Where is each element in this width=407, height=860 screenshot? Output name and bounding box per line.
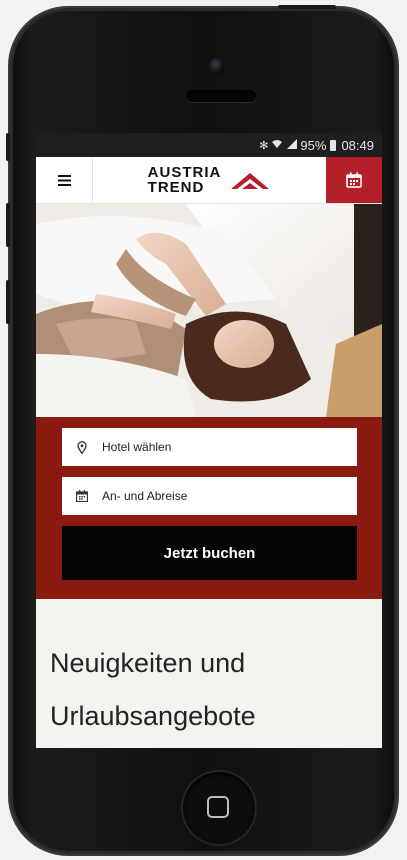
home-button[interactable] [183,772,255,844]
news-section: Neuigkeiten und Urlaubsangebote [36,599,382,743]
battery-icon [330,139,337,151]
logo-line-1: AUSTRIA [147,164,222,181]
calendar-button[interactable] [326,157,382,203]
date-range-label: An- und Abreise [102,489,188,503]
site-header: AUSTRIA TREND [36,157,382,204]
phone-screen: ✻ 95% 08:49 AUSTRIA TREND Hotel wählen A… [36,133,382,748]
location-pin-icon [62,440,102,454]
battery-percent: 95% [300,137,327,153]
volume-down-button [6,280,10,324]
calendar-icon [346,172,362,188]
austria-trend-logo[interactable]: AUSTRIA TREND [93,157,326,203]
signal-icon [286,138,298,152]
menu-button[interactable] [36,157,93,203]
clock: 08:49 [341,137,374,153]
date-range-field[interactable]: An- und Abreise [62,477,357,515]
news-title: Neuigkeiten und Urlaubsangebote [50,648,256,731]
earpiece-speaker [186,90,256,102]
bluetooth-icon: ✻ [259,139,269,152]
calendar-small-icon [62,490,102,502]
logo-wordmark: AUSTRIA TREND [148,165,222,195]
book-now-button[interactable]: Jetzt buchen [62,526,357,580]
hotel-select-label: Hotel wählen [102,440,172,454]
wifi-icon [271,139,283,152]
logo-roof-icon [231,173,270,189]
hamburger-icon [57,174,71,186]
hero-image [36,204,382,417]
hero-photo-illustration [36,204,382,417]
volume-up-button [6,203,10,247]
front-camera [209,58,225,74]
booking-widget: Hotel wählen An- und Abreise Jetzt buche… [36,417,382,599]
status-bar: ✻ 95% 08:49 [36,133,382,157]
power-button [278,5,336,9]
logo-line-2: TREND [147,179,205,196]
mute-switch [6,133,10,161]
home-square-icon [207,796,229,818]
hotel-select-field[interactable]: Hotel wählen [62,428,357,466]
